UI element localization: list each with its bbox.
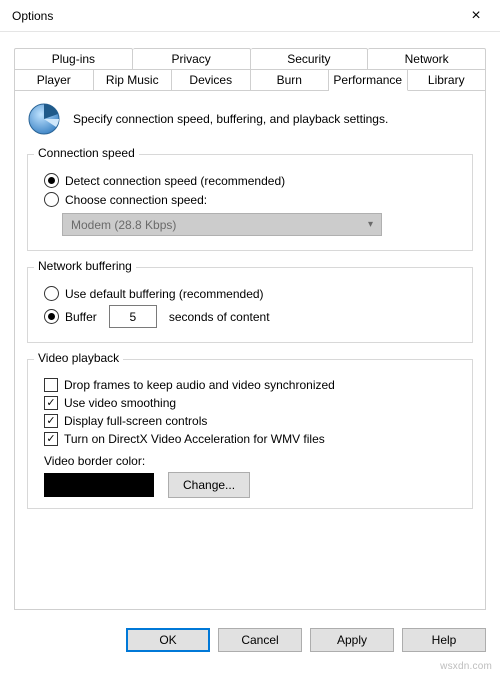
check-video-smoothing[interactable]: Use video smoothing [38,396,462,410]
group-video-playback: Video playback Drop frames to keep audio… [27,359,473,509]
tab-rip-music[interactable]: Rip Music [94,69,173,91]
tab-burn[interactable]: Burn [251,69,330,91]
video-border-label: Video border color: [38,454,462,468]
chevron-down-icon: ▾ [368,219,373,230]
window-title: Options [12,9,53,23]
tab-privacy[interactable]: Privacy [133,48,251,70]
radio-label: Use default buffering (recommended) [65,287,264,301]
checkbox-icon [44,432,58,446]
radio-detect-speed[interactable]: Detect connection speed (recommended) [38,173,462,188]
video-border-color-swatch [44,473,154,497]
tab-row-bottom: Player Rip Music Devices Burn Performanc… [14,69,486,91]
ok-button[interactable]: OK [126,628,210,652]
help-button[interactable]: Help [402,628,486,652]
tab-library[interactable]: Library [408,69,487,91]
intro-row: Specify connection speed, buffering, and… [27,102,473,136]
titlebar: Options × [0,0,500,32]
group-network-buffering: Network buffering Use default buffering … [27,267,473,343]
check-label: Drop frames to keep audio and video sync… [64,378,335,392]
tab-network[interactable]: Network [368,48,486,70]
intro-text: Specify connection speed, buffering, and… [73,112,388,126]
group-label-buffering: Network buffering [34,259,136,273]
performance-icon [27,102,61,136]
radio-choose-speed[interactable]: Choose connection speed: [38,192,462,207]
buffer-seconds-input[interactable] [109,305,157,328]
checkbox-icon [44,414,58,428]
tab-player[interactable]: Player [14,69,94,91]
apply-button[interactable]: Apply [310,628,394,652]
connection-speed-dropdown[interactable]: Modem (28.8 Kbps) ▾ [62,213,382,236]
check-directx-accel[interactable]: Turn on DirectX Video Acceleration for W… [38,432,462,446]
radio-icon [44,309,59,324]
check-label: Turn on DirectX Video Acceleration for W… [64,432,325,446]
change-color-button[interactable]: Change... [168,472,250,498]
radio-icon [44,192,59,207]
tab-container: Plug-ins Privacy Security Network Player… [14,48,486,610]
checkbox-icon [44,396,58,410]
video-border-row: Change... [38,472,462,498]
check-label: Use video smoothing [64,396,176,410]
cancel-button[interactable]: Cancel [218,628,302,652]
watermark: wsxdn.com [440,661,492,672]
check-fullscreen-controls[interactable]: Display full-screen controls [38,414,462,428]
checkbox-icon [44,378,58,392]
radio-label: Choose connection speed: [65,193,207,207]
group-connection-speed: Connection speed Detect connection speed… [27,154,473,251]
tab-row-top: Plug-ins Privacy Security Network [14,48,486,70]
tab-performance[interactable]: Performance [329,69,408,91]
radio-icon [44,173,59,188]
buffer-suffix: seconds of content [169,310,270,324]
tab-panel-performance: Specify connection speed, buffering, and… [14,90,486,610]
dialog-content: Plug-ins Privacy Security Network Player… [0,32,500,618]
radio-buffer-seconds[interactable]: Buffer seconds of content [38,305,462,328]
tab-devices[interactable]: Devices [172,69,251,91]
check-drop-frames[interactable]: Drop frames to keep audio and video sync… [38,378,462,392]
radio-icon [44,286,59,301]
dropdown-value: Modem (28.8 Kbps) [71,218,176,232]
tab-security[interactable]: Security [251,48,369,70]
group-label-connection: Connection speed [34,146,139,160]
check-label: Display full-screen controls [64,414,207,428]
dialog-button-row: OK Cancel Apply Help [0,618,500,664]
radio-label: Buffer [65,310,97,324]
radio-label: Detect connection speed (recommended) [65,174,285,188]
tab-plug-ins[interactable]: Plug-ins [14,48,133,70]
group-label-video: Video playback [34,351,123,365]
close-icon[interactable]: × [462,7,490,25]
radio-default-buffering[interactable]: Use default buffering (recommended) [38,286,462,301]
